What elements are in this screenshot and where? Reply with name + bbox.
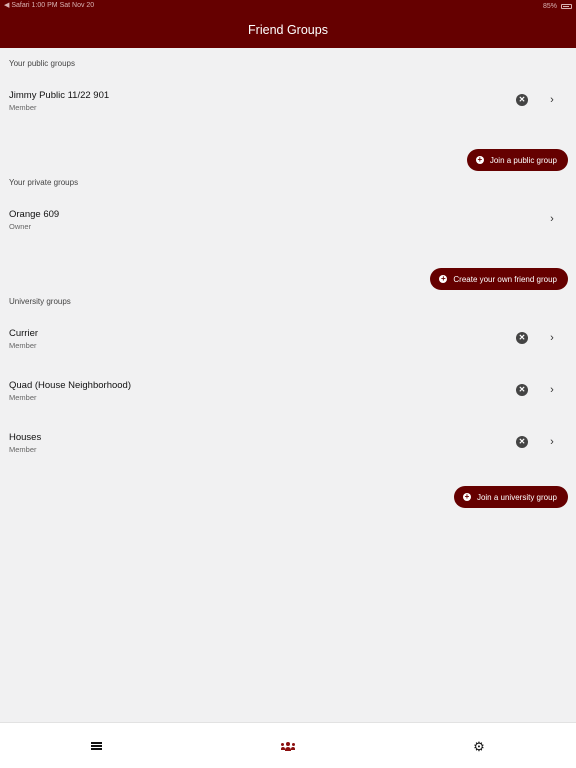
remove-icon[interactable]: ✕ bbox=[516, 436, 528, 448]
section-title-public: Your public groups bbox=[9, 59, 75, 68]
group-row-university-2[interactable]: Houses Member ✕ › bbox=[0, 416, 576, 468]
create-friend-group-button[interactable]: + Create your own friend group bbox=[430, 268, 568, 290]
chevron-right-icon[interactable]: › bbox=[547, 383, 557, 397]
button-label: Join a university group bbox=[476, 492, 557, 502]
tab-groups[interactable] bbox=[258, 723, 318, 768]
groups-content: Your public groups Jimmy Public 11/22 90… bbox=[0, 48, 576, 510]
chevron-right-icon[interactable]: › bbox=[547, 435, 557, 449]
button-label: Join a public group bbox=[489, 155, 557, 165]
group-role: Owner bbox=[9, 222, 32, 231]
chevron-right-icon[interactable]: › bbox=[547, 331, 557, 345]
tab-settings[interactable]: ⚙ bbox=[449, 723, 509, 768]
battery-icon bbox=[561, 3, 572, 9]
button-label: Create your own friend group bbox=[453, 274, 557, 284]
remove-icon[interactable]: ✕ bbox=[516, 94, 528, 106]
remove-icon[interactable]: ✕ bbox=[516, 332, 528, 344]
group-row-private-0[interactable]: Orange 609 Owner › bbox=[0, 193, 576, 245]
section-title-private: Your private groups bbox=[9, 178, 79, 187]
group-role: Member bbox=[9, 393, 37, 402]
plus-circle-icon: + bbox=[462, 492, 471, 501]
group-row-public-0[interactable]: Jimmy Public 11/22 901 Member ✕ › bbox=[0, 74, 576, 126]
section-title-university: University groups bbox=[9, 297, 71, 306]
group-role: Member bbox=[9, 445, 37, 454]
group-role: Member bbox=[9, 103, 37, 112]
group-name: Jimmy Public 11/22 901 bbox=[9, 90, 110, 101]
tab-menu[interactable] bbox=[66, 723, 126, 768]
join-university-group-button[interactable]: + Join a university group bbox=[453, 486, 568, 508]
menu-icon bbox=[90, 742, 102, 750]
join-public-group-button[interactable]: + Join a public group bbox=[466, 149, 568, 171]
plus-circle-icon: + bbox=[475, 155, 484, 164]
status-bar: ◀ Safari 1:00 PM Sat Nov 20 85% bbox=[0, 0, 576, 12]
group-name: Houses bbox=[9, 432, 42, 443]
nav-header: Friend Groups bbox=[0, 12, 576, 48]
group-row-university-0[interactable]: Currier Member ✕ › bbox=[0, 312, 576, 364]
remove-icon[interactable]: ✕ bbox=[516, 384, 528, 396]
battery-percent: 85% bbox=[542, 2, 557, 10]
group-name: Quad (House Neighborhood) bbox=[9, 380, 131, 391]
groups-icon bbox=[281, 741, 295, 751]
group-name: Orange 609 bbox=[9, 209, 60, 220]
status-right: 85% bbox=[543, 0, 572, 12]
chevron-right-icon[interactable]: › bbox=[547, 93, 557, 107]
gear-icon: ⚙ bbox=[473, 738, 485, 754]
tab-bar: ⚙ bbox=[0, 722, 576, 768]
status-left: ◀ Safari 1:00 PM Sat Nov 20 bbox=[4, 2, 95, 9]
chevron-right-icon[interactable]: › bbox=[547, 212, 557, 226]
group-role: Member bbox=[9, 341, 37, 350]
group-row-university-1[interactable]: Quad (House Neighborhood) Member ✕ › bbox=[0, 364, 576, 416]
group-name: Currier bbox=[9, 328, 39, 339]
plus-circle-icon: + bbox=[439, 274, 448, 283]
page-title: Friend Groups bbox=[248, 23, 328, 37]
